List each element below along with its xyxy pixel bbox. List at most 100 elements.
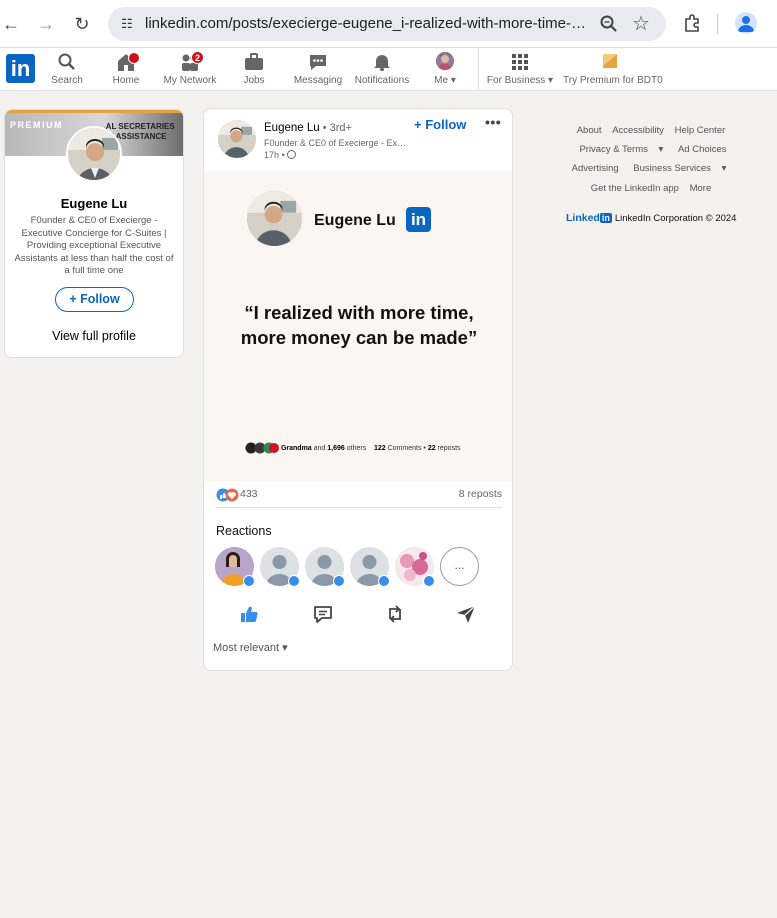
footer-link-accessibility[interactable]: Accessibility [612, 125, 664, 136]
nav-try-premium[interactable]: Try Premium for BDT0 [563, 52, 663, 88]
post-image[interactable]: Eugene Lu in “I realized with more time,… [204, 171, 512, 481]
profile-name[interactable]: Eugene Lu [5, 196, 183, 211]
address-bar[interactable]: ☷ linkedin.com/posts/execierge-eugene_i-… [108, 7, 666, 41]
reactor-avatar[interactable] [260, 547, 300, 587]
sort-dropdown[interactable]: Most relevant ▾ [213, 641, 288, 654]
footer-link-privacy-terms[interactable]: Privacy & Terms ▾ [575, 144, 667, 155]
copyright: Linked in LinkedIn Corporation © 2024 [566, 212, 736, 224]
linkedin-nav: in Search Home 2 My Network Jobs Messagi… [0, 48, 777, 91]
extensions-icon[interactable] [683, 13, 703, 33]
reactor-avatar[interactable] [395, 547, 435, 587]
like-love-icons[interactable] [216, 488, 240, 502]
reactor-avatar[interactable] [350, 547, 390, 587]
jobs-briefcase-icon [245, 53, 263, 70]
reactions-title: Reactions [216, 524, 272, 538]
zoom-icon[interactable] [599, 14, 619, 34]
divider [216, 507, 502, 508]
profile-icon[interactable] [735, 12, 757, 34]
image-author-name: Eugene Lu [314, 212, 396, 229]
post-author-name[interactable]: Eugene Lu [264, 122, 320, 134]
footer-link-business-services[interactable]: Business Services ▾ [629, 163, 730, 174]
nav-for-business[interactable]: For Business ▾ [486, 52, 554, 88]
footer-link-advertising[interactable]: Advertising [572, 163, 619, 174]
post-follow-button[interactable]: + Follow [414, 117, 466, 132]
premium-icon [603, 54, 617, 68]
footer-link-about[interactable]: About [577, 125, 602, 136]
connection-degree: • 3rd+ [319, 122, 352, 134]
me-avatar [436, 52, 454, 70]
reposts-count[interactable]: 8 reposts [459, 488, 502, 500]
image-author-avatar [247, 191, 302, 246]
like-thumb-icon[interactable] [238, 603, 260, 625]
copyright-text: LinkedIn Corporation © 2024 [614, 213, 737, 224]
linkedin-logo-icon: in [406, 207, 431, 232]
view-full-profile-link[interactable]: View full profile [5, 329, 183, 343]
site-info-icon[interactable]: ☷ [118, 15, 136, 33]
chevron-down-icon: ▾ [721, 163, 727, 174]
nav-messaging[interactable]: Messaging [293, 52, 343, 88]
footer-link-get-app[interactable]: Get the LinkedIn app [591, 183, 679, 194]
reactor-avatar[interactable] [215, 547, 255, 587]
like-badge-icon [288, 575, 300, 587]
nav-search-label: Search [51, 75, 83, 86]
nav-notifications[interactable]: Notifications [353, 52, 411, 88]
globe-icon [287, 150, 297, 159]
nav-me-label: Me ▾ [434, 75, 456, 86]
toolbar-separator [717, 14, 718, 34]
post-author[interactable]: Eugene Lu • 3rd+ [264, 122, 352, 134]
home-notification-dot [128, 52, 140, 64]
post-more-options-icon[interactable]: ••• [485, 114, 501, 130]
premium-label: PREMIUM [10, 120, 63, 130]
nav-for-business-label: For Business ▾ [486, 75, 554, 86]
footer-link-help-center[interactable]: Help Center [675, 125, 726, 136]
chevron-down-icon: ▾ [450, 75, 456, 86]
profile-follow-button[interactable]: + Follow [55, 287, 134, 312]
url-text[interactable]: linkedin.com/posts/execierge-eugene_i-re… [145, 15, 590, 32]
post-author-avatar[interactable] [218, 120, 256, 158]
reactor-avatar[interactable] [305, 547, 345, 587]
bookmark-star-icon[interactable]: ☆ [632, 11, 650, 36]
like-badge-icon [243, 575, 255, 587]
linkedin-logo-icon[interactable]: in [6, 54, 35, 83]
footer-link-more[interactable]: More [690, 183, 712, 194]
reaction-icons [245, 442, 279, 454]
messaging-icon [310, 55, 326, 70]
nav-messaging-label: Messaging [293, 75, 343, 86]
linkedin-wordmark: Linked [566, 212, 600, 224]
nav-jobs[interactable]: Jobs [236, 52, 272, 88]
linkedin-logo-icon: in [599, 213, 612, 223]
social-counts: 433 8 reposts [216, 488, 502, 508]
bell-icon [374, 55, 390, 71]
like-badge-icon [378, 575, 390, 587]
post-time: 17h • [264, 150, 297, 160]
like-badge-icon [333, 575, 345, 587]
reaction-count[interactable]: 433 [240, 488, 258, 500]
nav-me[interactable]: Me ▾ [428, 52, 462, 88]
back-icon[interactable]: ← [0, 13, 22, 35]
image-quote: “I realized with more time, more money c… [240, 302, 478, 348]
forward-icon[interactable]: → [35, 13, 57, 35]
nav-search[interactable]: Search [48, 52, 86, 88]
nav-my-network[interactable]: 2 My Network [162, 51, 218, 88]
browser-toolbar: ← → ↻ ☷ linkedin.com/posts/execierge-eug… [0, 0, 777, 48]
post-card: Eugene Lu • 3rd+ F0under & CE0 of Execie… [203, 108, 513, 671]
nav-home-label: Home [112, 75, 140, 86]
nav-divider [478, 48, 479, 91]
search-icon [58, 53, 75, 70]
footer-link-ad-choices[interactable]: Ad Choices [678, 144, 727, 155]
profile-avatar[interactable] [66, 126, 122, 182]
like-badge-icon [423, 575, 435, 587]
reload-icon[interactable]: ↻ [71, 13, 93, 35]
nav-home[interactable]: Home [108, 52, 144, 88]
repost-icon[interactable] [384, 603, 406, 625]
profile-card: PREMIUM ...AL SECRETARIES ...IN ASSISTAN… [4, 109, 184, 358]
comment-icon[interactable] [312, 603, 334, 625]
grid-apps-icon [512, 54, 528, 70]
nav-my-network-label: My Network [163, 75, 217, 86]
nav-try-premium-label: Try Premium for BDT0 [563, 75, 663, 86]
my-network-badge: 2 [191, 51, 204, 64]
send-icon[interactable] [455, 603, 477, 625]
more-reactions-button[interactable]: ... [440, 547, 479, 586]
post-author-headline: F0under & CE0 of Execierge - Executive C… [264, 138, 409, 148]
nav-jobs-label: Jobs [243, 75, 265, 86]
